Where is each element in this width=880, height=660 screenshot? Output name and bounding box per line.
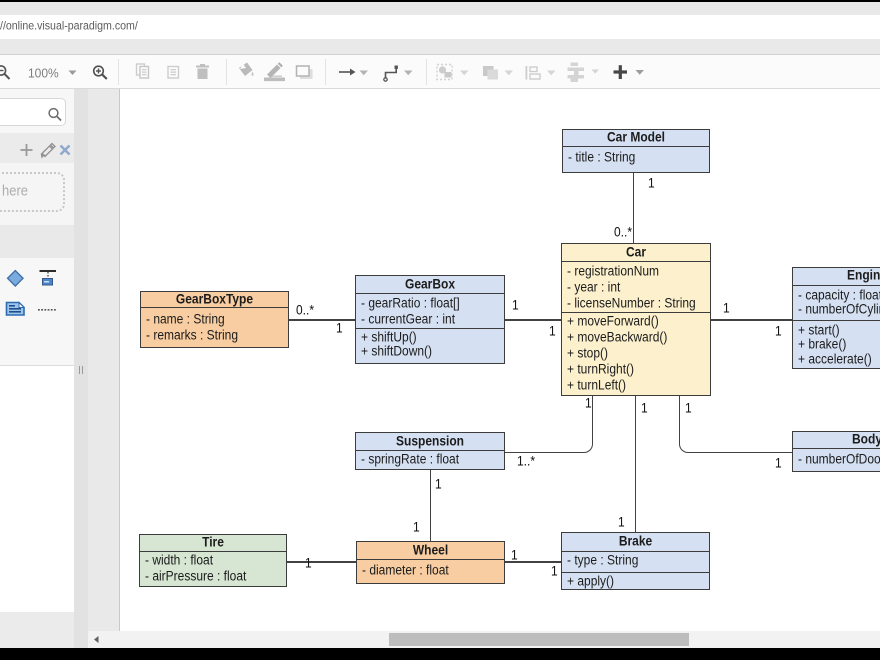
svg-text:100%: 100% — [28, 66, 59, 81]
